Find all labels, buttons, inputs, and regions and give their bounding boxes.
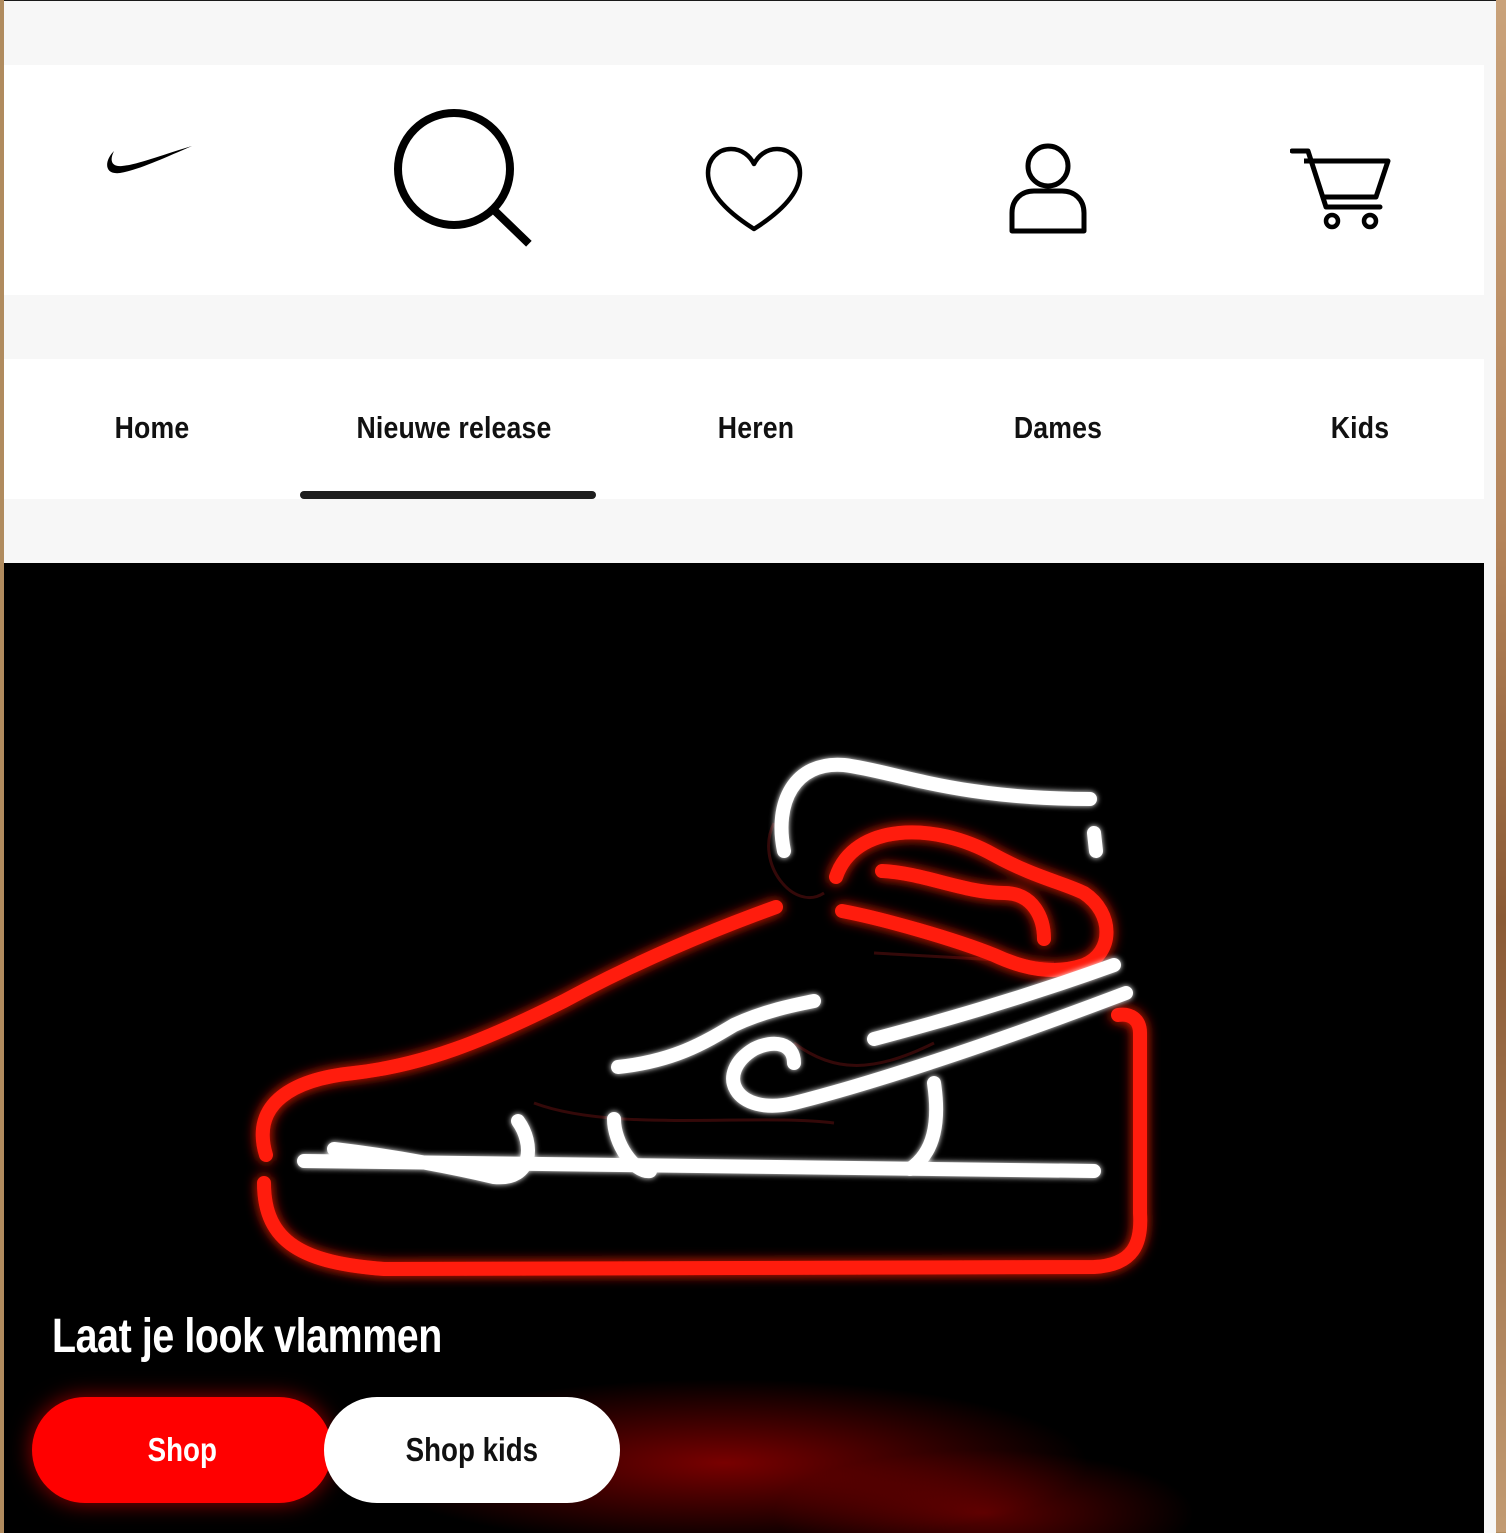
- neon-sneaker-icon: [255, 757, 1148, 1276]
- nav-item-nieuwe-release[interactable]: Nieuwe release: [325, 407, 583, 449]
- browser-window: Home Nieuwe release Heren Dames Kids Laa…: [4, 0, 1496, 1533]
- header-bar: [4, 65, 1484, 295]
- hero-banner: Laat je look vlammen Shop Shop kids: [4, 563, 1484, 1533]
- hero-title: Laat je look vlammen: [52, 1310, 442, 1363]
- shop-button-label: Shop: [147, 1431, 217, 1468]
- shop-button[interactable]: Shop: [32, 1397, 332, 1503]
- shop-kids-button[interactable]: Shop kids: [324, 1397, 620, 1503]
- nav-item-kids[interactable]: Kids: [1274, 407, 1446, 449]
- nav-item-home[interactable]: Home: [66, 407, 238, 449]
- active-tab-indicator: [300, 491, 596, 499]
- nav-item-dames[interactable]: Dames: [972, 407, 1144, 449]
- cart-icon[interactable]: [1290, 145, 1394, 237]
- nav-item-heren[interactable]: Heren: [670, 407, 842, 449]
- category-nav: Home Nieuwe release Heren Dames Kids: [4, 359, 1484, 499]
- heart-icon[interactable]: [704, 145, 804, 235]
- search-icon[interactable]: [388, 105, 538, 255]
- background-window-strip: [1496, 0, 1506, 1532]
- nike-swoosh-icon[interactable]: [102, 141, 194, 181]
- user-icon[interactable]: [1004, 139, 1094, 239]
- shop-kids-button-label: Shop kids: [405, 1431, 539, 1468]
